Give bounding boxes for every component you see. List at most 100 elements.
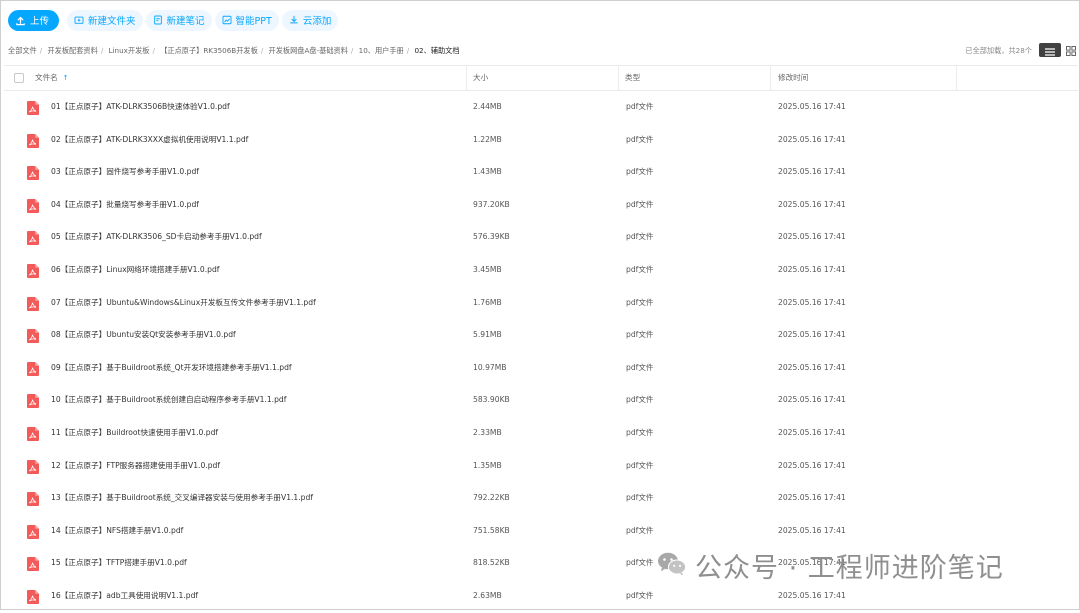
file-name[interactable]: 14【正点原子】NFS搭建手册V1.0.pdf bbox=[51, 515, 183, 548]
file-type: pdf文件 bbox=[626, 427, 654, 437]
pdf-file-icon bbox=[27, 556, 39, 575]
file-name[interactable]: 06【正点原子】Linux网络环境搭建手册V1.0.pdf bbox=[51, 254, 219, 287]
table-row[interactable]: 12【正点原子】FTP服务器搭建使用手册V1.0.pdf 1.35MB pdf文… bbox=[0, 450, 1080, 483]
watermark: 公众号 · 工程师进阶笔记 bbox=[657, 546, 1004, 585]
pdf-file-icon bbox=[27, 361, 39, 380]
file-modified: 2025.05.16 17:41 bbox=[778, 460, 846, 470]
file-modified: 2025.05.16 17:41 bbox=[778, 493, 846, 503]
breadcrumb: 全部文件 / 开发板配套资料 / Linux开发板 / 【正点原子】RK3506B开发… bbox=[8, 46, 460, 55]
file-modified: 2025.05.16 17:41 bbox=[778, 134, 846, 144]
file-modified: 2025.05.16 17:41 bbox=[778, 427, 846, 437]
file-size: 3.45MB bbox=[473, 264, 502, 274]
new-note-label: 新建笔记 bbox=[166, 16, 205, 27]
file-name[interactable]: 16【正点原子】adb工具使用说明V1.1.pdf bbox=[51, 580, 198, 613]
select-all-checkbox[interactable] bbox=[14, 73, 24, 83]
note-icon bbox=[153, 15, 163, 25]
sort-arrow-icon[interactable]: ↑ bbox=[63, 66, 69, 90]
pdf-file-icon bbox=[27, 296, 39, 315]
table-row[interactable]: 08【正点原子】Ubuntu安装Qt安装参考手册V1.0.pdf 5.91MB … bbox=[0, 319, 1080, 352]
file-size: 1.43MB bbox=[473, 167, 502, 177]
grid-icon bbox=[1066, 41, 1076, 60]
breadcrumb-item[interactable]: 全部文件 bbox=[8, 46, 37, 55]
file-modified: 2025.05.16 17:41 bbox=[778, 395, 846, 405]
file-type: pdf文件 bbox=[626, 330, 654, 340]
file-modified: 2025.05.16 17:41 bbox=[778, 330, 846, 340]
file-modified: 2025.05.16 17:41 bbox=[778, 199, 846, 209]
breadcrumb-item[interactable]: 开发板网盘A盘-基础资料 bbox=[269, 46, 348, 55]
file-name[interactable]: 07【正点原子】Ubuntu&Windows&Linux开发板互传文件参考手册V… bbox=[51, 287, 316, 320]
file-name[interactable]: 01【正点原子】ATK-DLRK3506B快速体验V1.0.pdf bbox=[51, 91, 230, 124]
file-type: pdf文件 bbox=[626, 199, 654, 209]
breadcrumb-item[interactable]: 【正点原子】RK3506B开发板 bbox=[160, 46, 258, 55]
file-name[interactable]: 02【正点原子】ATK-DLRK3XXX虚拟机使用说明V1.1.pdf bbox=[51, 124, 248, 157]
column-header-type[interactable]: 类型 bbox=[625, 66, 640, 90]
toolbar: 上传 新建文件夹 新建笔记 智能PPT 云添加 bbox=[8, 9, 339, 31]
file-name[interactable]: 15【正点原子】TFTP搭建手册V1.0.pdf bbox=[51, 547, 187, 580]
table-row[interactable]: 09【正点原子】基于Buildroot系统_Qt开发环境搭建参考手册V1.1.p… bbox=[0, 352, 1080, 385]
table-header: 文件名 ↑ 大小 类型 修改时间 bbox=[4, 65, 1078, 91]
breadcrumb-item[interactable]: Linux开发板 bbox=[109, 46, 150, 55]
table-row[interactable]: 06【正点原子】Linux网络环境搭建手册V1.0.pdf 3.45MB pdf… bbox=[0, 254, 1080, 287]
file-name[interactable]: 13【正点原子】基于Buildroot系统_交叉编译器安装与使用参考手册V1.1… bbox=[51, 482, 313, 515]
cloud-add-label: 云添加 bbox=[302, 16, 332, 27]
smart-ppt-button[interactable]: 智能PPT bbox=[214, 9, 279, 31]
file-modified: 2025.05.16 17:41 bbox=[778, 167, 846, 177]
upload-button[interactable]: 上传 bbox=[8, 9, 60, 31]
file-size: 1.35MB bbox=[473, 460, 502, 470]
file-type: pdf文件 bbox=[626, 134, 654, 144]
file-name[interactable]: 04【正点原子】批量烧写参考手册V1.0.pdf bbox=[51, 189, 199, 222]
new-note-button[interactable]: 新建笔记 bbox=[145, 9, 212, 31]
new-folder-label: 新建文件夹 bbox=[88, 16, 136, 27]
file-size: 818.52KB bbox=[473, 558, 510, 568]
file-name[interactable]: 12【正点原子】FTP服务器搭建使用手册V1.0.pdf bbox=[51, 450, 220, 483]
grid-view-button[interactable] bbox=[1064, 43, 1078, 57]
file-name[interactable]: 09【正点原子】基于Buildroot系统_Qt开发环境搭建参考手册V1.1.p… bbox=[51, 352, 292, 385]
breadcrumb-item[interactable]: 开发板配套资料 bbox=[47, 46, 97, 55]
file-size: 2.33MB bbox=[473, 427, 502, 437]
file-name[interactable]: 03【正点原子】固件烧写参考手册V1.0.pdf bbox=[51, 156, 199, 189]
table-row[interactable]: 02【正点原子】ATK-DLRK3XXX虚拟机使用说明V1.1.pdf 1.22… bbox=[0, 124, 1080, 157]
file-name[interactable]: 08【正点原子】Ubuntu安装Qt安装参考手册V1.0.pdf bbox=[51, 319, 236, 352]
column-header-name[interactable]: 文件名 ↑ bbox=[35, 66, 69, 90]
file-name[interactable]: 05【正点原子】ATK-DLRK3506_SD卡启动参考手册V1.0.pdf bbox=[51, 221, 262, 254]
breadcrumb-item[interactable]: 10、用户手册 bbox=[359, 46, 404, 55]
file-modified: 2025.05.16 17:41 bbox=[778, 264, 846, 274]
table-row[interactable]: 07【正点原子】Ubuntu&Windows&Linux开发板互传文件参考手册V… bbox=[0, 287, 1080, 320]
cloud-add-button[interactable]: 云添加 bbox=[281, 9, 339, 31]
file-type: pdf文件 bbox=[626, 264, 654, 274]
file-modified: 2025.05.16 17:41 bbox=[778, 362, 846, 372]
list-view-button[interactable] bbox=[1039, 43, 1061, 57]
new-folder-button[interactable]: 新建文件夹 bbox=[67, 9, 143, 31]
download-icon bbox=[289, 15, 299, 25]
table-row[interactable]: 05【正点原子】ATK-DLRK3506_SD卡启动参考手册V1.0.pdf 5… bbox=[0, 221, 1080, 254]
file-name[interactable]: 10【正点原子】基于Buildroot系统创建自启动程序参考手册V1.1.pdf bbox=[51, 384, 286, 417]
pdf-file-icon bbox=[27, 328, 39, 347]
file-size: 576.39KB bbox=[473, 232, 510, 242]
file-type: pdf文件 bbox=[626, 297, 654, 307]
table-row[interactable]: 14【正点原子】NFS搭建手册V1.0.pdf 751.58KB pdf文件 2… bbox=[0, 515, 1080, 548]
load-summary: 已全部加载，共28个 bbox=[965, 46, 1032, 55]
file-type: pdf文件 bbox=[626, 590, 654, 600]
file-type: pdf文件 bbox=[626, 362, 654, 372]
pdf-file-icon bbox=[27, 165, 39, 184]
table-row[interactable]: 04【正点原子】批量烧写参考手册V1.0.pdf 937.20KB pdf文件 … bbox=[0, 189, 1080, 222]
table-row[interactable]: 11【正点原子】Buildroot快速使用手册V1.0.pdf 2.33MB p… bbox=[0, 417, 1080, 450]
pdf-file-icon bbox=[27, 393, 39, 412]
file-type: pdf文件 bbox=[626, 102, 654, 111]
column-header-modified[interactable]: 修改时间 bbox=[778, 66, 808, 90]
pdf-file-icon bbox=[27, 230, 39, 249]
file-size: 5.91MB bbox=[473, 330, 502, 340]
pdf-file-icon bbox=[27, 263, 39, 282]
file-name[interactable]: 11【正点原子】Buildroot快速使用手册V1.0.pdf bbox=[51, 417, 218, 450]
pdf-file-icon bbox=[27, 100, 39, 119]
table-row[interactable]: 13【正点原子】基于Buildroot系统_交叉编译器安装与使用参考手册V1.1… bbox=[0, 482, 1080, 515]
table-row[interactable]: 10【正点原子】基于Buildroot系统创建自启动程序参考手册V1.1.pdf… bbox=[0, 384, 1080, 417]
table-row[interactable]: 03【正点原子】固件烧写参考手册V1.0.pdf 1.43MB pdf文件 20… bbox=[0, 156, 1080, 189]
file-type: pdf文件 bbox=[626, 460, 654, 470]
table-row[interactable]: 01【正点原子】ATK-DLRK3506B快速体验V1.0.pdf 2.44MB… bbox=[0, 91, 1080, 124]
file-size: 10.97MB bbox=[473, 362, 507, 372]
column-header-size[interactable]: 大小 bbox=[473, 66, 488, 90]
file-size: 583.90KB bbox=[473, 395, 510, 405]
wechat-icon bbox=[657, 551, 687, 581]
file-type: pdf文件 bbox=[626, 493, 654, 503]
